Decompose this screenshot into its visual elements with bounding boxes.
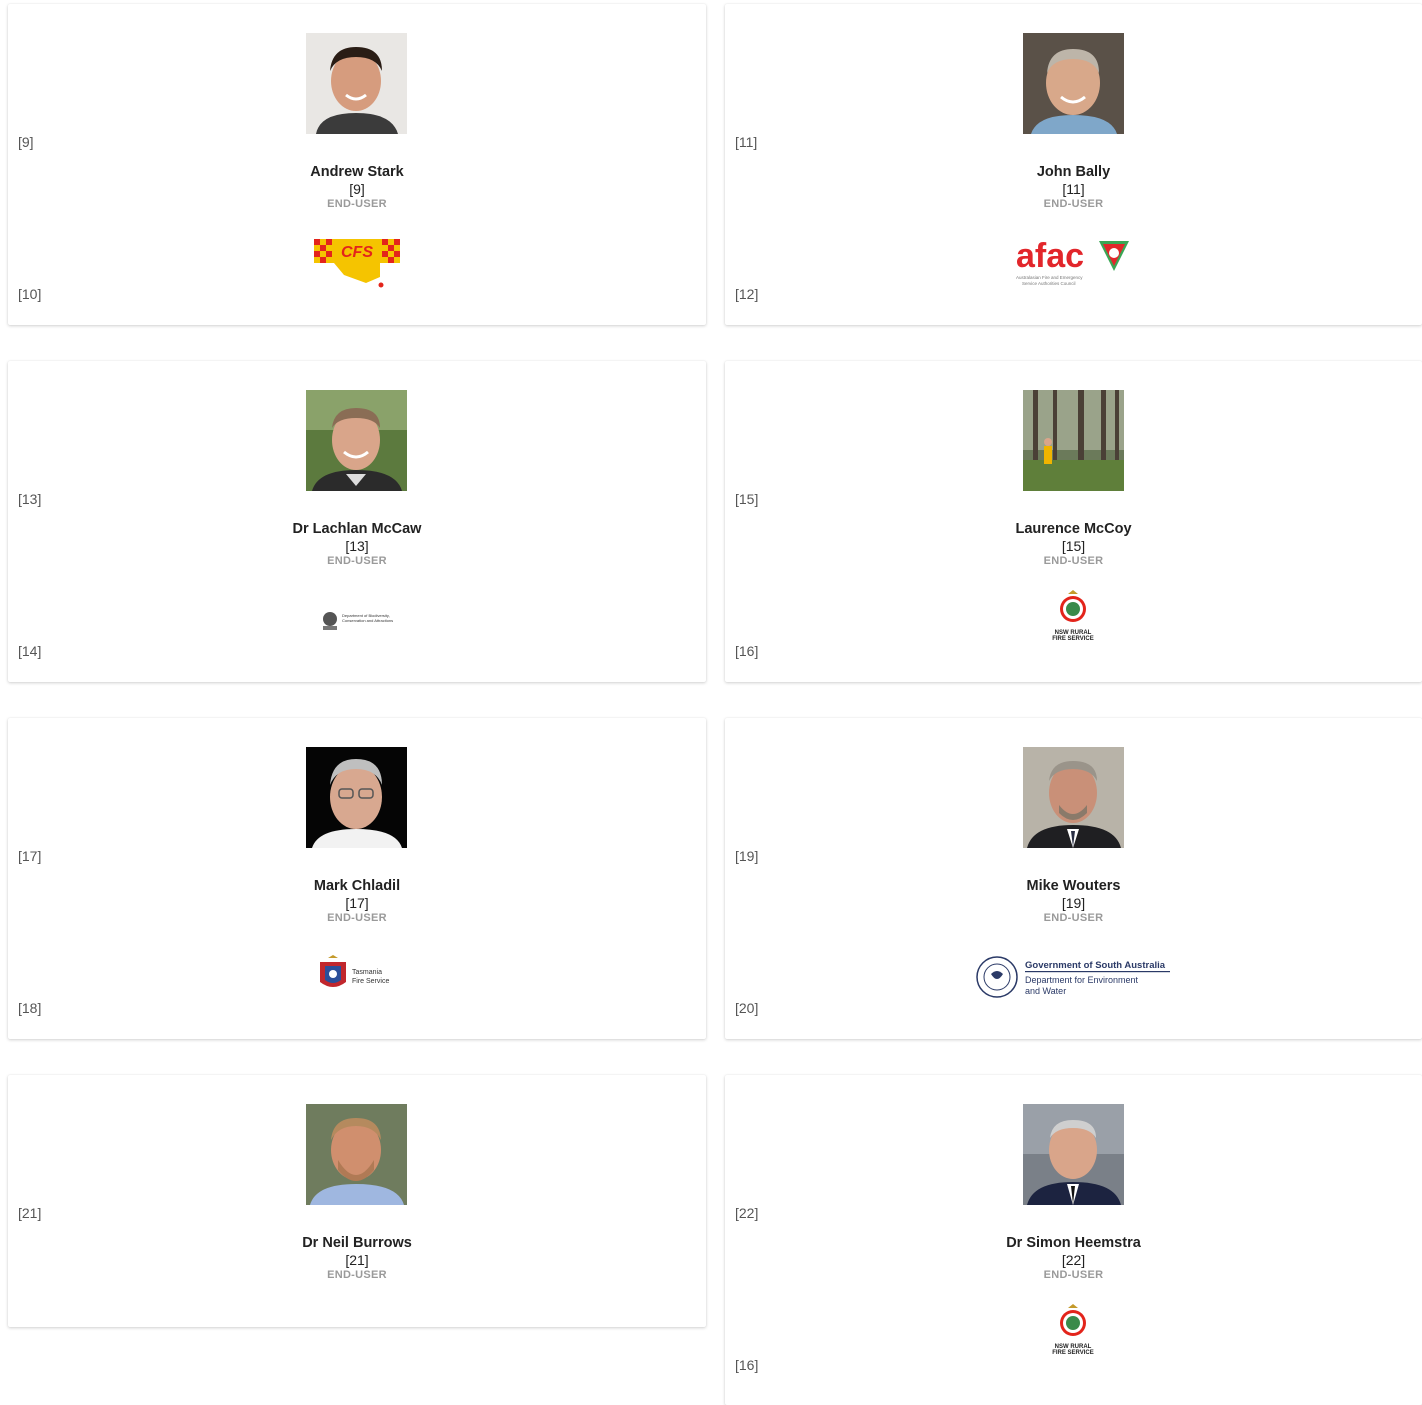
ref-bottom[interactable]: [16] bbox=[735, 643, 758, 659]
dbca-logo[interactable]: Department of Biodiversity, Conservation… bbox=[318, 605, 398, 635]
ref-bottom[interactable]: [16] bbox=[735, 1357, 758, 1373]
profile-card: [9] Andrew Stark [9] END-USER CFS [10] bbox=[8, 4, 706, 325]
nsw-rfs-line2: FIRE SERVICE bbox=[1052, 1350, 1094, 1356]
afac-logo-text: afac bbox=[1016, 237, 1084, 275]
sa-gov-title: Government of South Australia bbox=[1025, 960, 1166, 971]
ref-bottom[interactable]: [12] bbox=[735, 286, 758, 302]
person-ref-number[interactable]: [13] bbox=[8, 538, 706, 554]
role-label: END-USER bbox=[1043, 912, 1104, 924]
role-label: END-USER bbox=[327, 555, 387, 567]
profile-card: [11] John Bally [11] END-USER afac Austr… bbox=[725, 4, 1422, 325]
role-label: END-USER bbox=[327, 1269, 387, 1281]
profile-card: [15] Laurence McCoy [15] END-USER NSW RU… bbox=[725, 361, 1422, 682]
person-name: Mike Wouters bbox=[1026, 878, 1121, 894]
ref-bottom[interactable]: [14] bbox=[18, 643, 41, 659]
role-label: END-USER bbox=[327, 912, 387, 924]
ref-bottom[interactable]: [20] bbox=[735, 1000, 758, 1016]
role-label: END-USER bbox=[1043, 198, 1104, 210]
ref-top[interactable]: [21] bbox=[18, 1205, 41, 1221]
person-photo bbox=[306, 33, 407, 134]
person-photo bbox=[306, 390, 407, 491]
person-ref-number[interactable]: [22] bbox=[725, 1252, 1422, 1268]
person-name: Andrew Stark bbox=[310, 164, 404, 180]
role-label: END-USER bbox=[1043, 555, 1104, 567]
person-name: Mark Chladil bbox=[313, 878, 401, 894]
cfs-logo[interactable]: CFS bbox=[314, 233, 400, 289]
role-label: END-USER bbox=[1043, 1269, 1104, 1281]
person-ref-number[interactable]: [11] bbox=[725, 181, 1422, 197]
person-ref-number[interactable]: [9] bbox=[8, 181, 706, 197]
nsw-rfs-line2: FIRE SERVICE bbox=[1052, 636, 1094, 642]
sa-gov-line1: Department for Environment bbox=[1025, 975, 1139, 985]
ref-top[interactable]: [13] bbox=[18, 491, 41, 507]
sa-gov-line2: and Water bbox=[1025, 986, 1066, 996]
profile-card: [22] Dr Simon Heemstra [22] END-USER NSW… bbox=[725, 1075, 1422, 1405]
tas-fire-logo[interactable]: Tasmania Fire Service bbox=[316, 954, 400, 994]
profile-card: [19] Mike Wouters [19] END-USER Governme… bbox=[725, 718, 1422, 1039]
afac-logo-sub2: Service Authorities Council bbox=[1022, 281, 1076, 286]
ref-top[interactable]: [17] bbox=[18, 848, 41, 864]
tas-fire-line1: Tasmania bbox=[352, 969, 382, 976]
person-name: John Bally bbox=[1036, 164, 1111, 180]
person-ref-number[interactable]: [17] bbox=[8, 895, 706, 911]
profile-card: [17] Mark Chladil [17] END-USER Tasmania… bbox=[8, 718, 706, 1039]
person-name: Dr Neil Burrows bbox=[302, 1235, 412, 1251]
person-photo bbox=[1023, 747, 1124, 848]
afac-logo-sub1: Australasian Fire and Emergency bbox=[1016, 275, 1083, 280]
afac-logo[interactable]: afac Australasian Fire and Emergency Ser… bbox=[1015, 233, 1133, 289]
person-photo bbox=[1023, 1104, 1124, 1205]
ref-bottom[interactable]: [10] bbox=[18, 286, 41, 302]
nsw-rfs-logo[interactable]: NSW RURAL FIRE SERVICE bbox=[1043, 590, 1103, 646]
person-ref-number[interactable]: [21] bbox=[8, 1252, 706, 1268]
person-name: Dr Simon Heemstra bbox=[1006, 1235, 1141, 1251]
nsw-rfs-logo[interactable]: NSW RURAL FIRE SERVICE bbox=[1043, 1304, 1103, 1360]
person-photo bbox=[306, 1104, 407, 1205]
person-photo bbox=[1023, 390, 1124, 491]
tas-fire-line2: Fire Service bbox=[352, 978, 389, 985]
person-photo bbox=[1023, 33, 1124, 134]
role-label: END-USER bbox=[327, 198, 387, 210]
profile-card: [21] Dr Neil Burrows [21] END-USER bbox=[8, 1075, 706, 1327]
ref-top[interactable]: [19] bbox=[735, 848, 758, 864]
person-name: Laurence McCoy bbox=[1015, 521, 1132, 537]
person-ref-number[interactable]: [19] bbox=[725, 895, 1422, 911]
ref-bottom[interactable]: [18] bbox=[18, 1000, 41, 1016]
ref-top[interactable]: [15] bbox=[735, 491, 758, 507]
ref-top[interactable]: [9] bbox=[18, 134, 34, 150]
profile-card: [13] Dr Lachlan McCaw [13] END-USER Depa… bbox=[8, 361, 706, 682]
ref-top[interactable]: [22] bbox=[735, 1205, 758, 1221]
person-photo bbox=[306, 747, 407, 848]
person-ref-number[interactable]: [15] bbox=[725, 538, 1422, 554]
dbca-logo-sub2: Conservation and Attractions bbox=[342, 618, 393, 623]
person-name: Dr Lachlan McCaw bbox=[292, 521, 422, 537]
sa-gov-logo[interactable]: Government of South Australia Department… bbox=[975, 954, 1171, 1000]
cfs-logo-text: CFS bbox=[341, 244, 373, 261]
ref-top[interactable]: [11] bbox=[735, 134, 757, 150]
